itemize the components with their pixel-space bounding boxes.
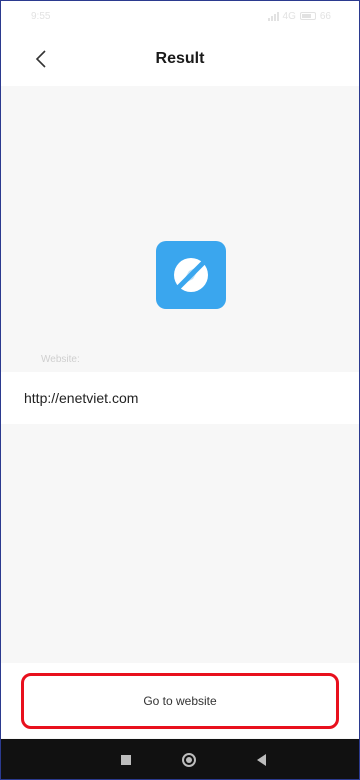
website-url-row[interactable]: http://enetviet.com bbox=[1, 372, 359, 424]
circle-icon bbox=[182, 753, 196, 767]
website-url[interactable]: http://enetviet.com bbox=[24, 390, 138, 406]
action-bar: Go to website bbox=[1, 663, 359, 738]
status-time: 9:55 bbox=[31, 10, 51, 22]
system-nav-bar bbox=[1, 739, 359, 779]
square-icon bbox=[121, 755, 131, 765]
battery-level: 66 bbox=[319, 10, 331, 22]
go-to-website-button[interactable]: Go to website bbox=[21, 673, 339, 729]
chevron-left-icon bbox=[35, 50, 46, 68]
triangle-back-icon bbox=[256, 754, 266, 766]
page-title: Result bbox=[155, 49, 205, 67]
recents-button[interactable] bbox=[106, 739, 146, 779]
status-icons: 4G 66 bbox=[267, 10, 331, 22]
home-button[interactable] bbox=[169, 739, 209, 779]
status-bar: 9:55 4G 66 bbox=[1, 1, 359, 31]
go-to-website-label: Go to website bbox=[143, 694, 217, 708]
app-bar: Result bbox=[1, 31, 359, 86]
back-button[interactable] bbox=[29, 45, 53, 73]
network-label: 4G bbox=[282, 10, 296, 22]
browser-compass-icon bbox=[156, 241, 226, 309]
system-back-button[interactable] bbox=[241, 739, 281, 779]
website-field-label: Website: bbox=[41, 354, 80, 365]
battery-icon bbox=[299, 12, 316, 20]
phone-screen: 9:55 4G 66 Result Website: http://enetvi… bbox=[0, 0, 360, 780]
signal-icon bbox=[267, 11, 279, 21]
